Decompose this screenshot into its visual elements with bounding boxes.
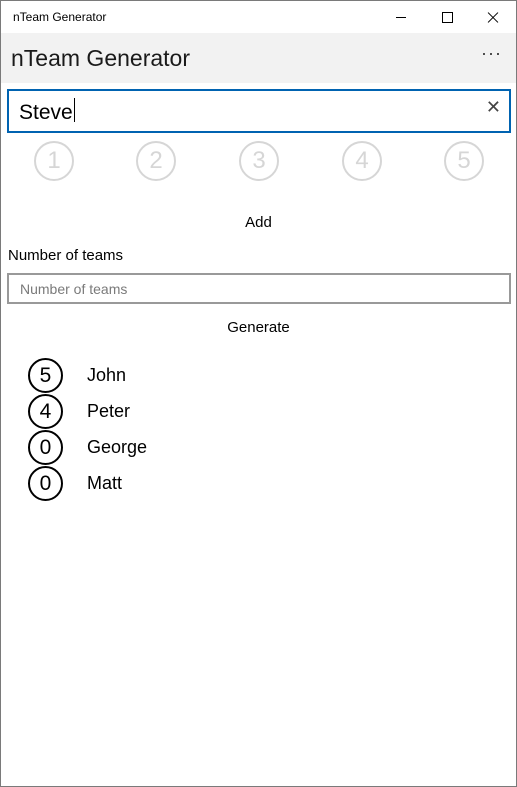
teams-label: Number of teams: [8, 247, 124, 264]
teams-input-box: [7, 273, 511, 304]
more-options-button[interactable]: ···: [481, 43, 502, 64]
title-bar: nTeam Generator: [1, 1, 516, 33]
player-score-badge: 0: [28, 430, 63, 465]
rating-5-button[interactable]: 5: [444, 141, 484, 181]
rating-2-button[interactable]: 2: [136, 141, 176, 181]
rating-1-button[interactable]: 1: [34, 141, 74, 181]
player-name: Peter: [87, 401, 131, 421]
app-header: nTeam Generator ···: [1, 33, 516, 83]
close-button[interactable]: [470, 1, 516, 33]
rating-selector: 1 2 3 4 5: [1, 141, 516, 181]
minimize-icon: [396, 16, 406, 18]
text-caret: [73, 98, 75, 122]
minimize-button[interactable]: [378, 1, 424, 33]
player-name: John: [87, 365, 127, 385]
player-name: Matt: [87, 473, 123, 493]
window-title: nTeam Generator: [13, 10, 107, 24]
generate-button[interactable]: Generate: [227, 319, 290, 336]
clear-input-button[interactable]: ✕: [486, 97, 501, 118]
player-name-value: Steve: [19, 101, 73, 124]
player-score-badge: 0: [28, 466, 63, 501]
app-window: nTeam Generator nTeam Generator ··· Stev…: [0, 0, 517, 787]
page-title: nTeam Generator: [11, 45, 190, 71]
player-name: George: [87, 437, 148, 457]
player-score-badge: 4: [28, 394, 63, 429]
rating-4-button[interactable]: 4: [342, 141, 382, 181]
number-of-teams-input[interactable]: [18, 275, 502, 302]
player-name-input[interactable]: Steve ✕: [7, 89, 511, 133]
rating-3-button[interactable]: 3: [239, 141, 279, 181]
add-button[interactable]: Add: [245, 214, 272, 231]
player-score-badge: 5: [28, 358, 63, 393]
maximize-button[interactable]: [424, 1, 470, 33]
close-icon: [486, 10, 500, 24]
maximize-icon: [441, 11, 453, 23]
